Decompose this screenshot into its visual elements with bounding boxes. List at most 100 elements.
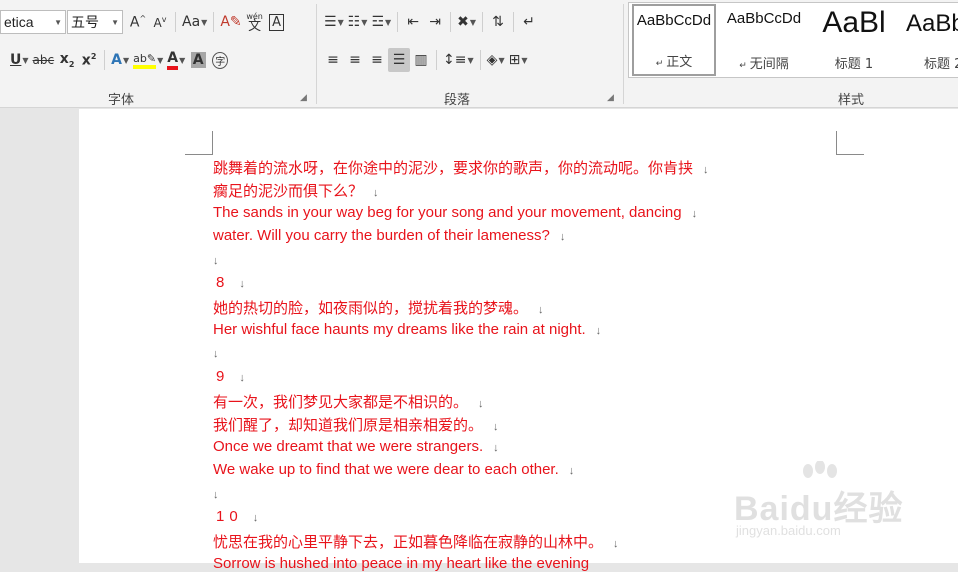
align-right-icon: ≡	[371, 52, 383, 68]
separator	[482, 12, 484, 32]
increase-indent-button[interactable]: ⇥	[424, 10, 446, 34]
change-case-button[interactable]: Aa ▼	[180, 10, 209, 34]
change-case-icon: Aa	[182, 14, 201, 30]
font-group-label: 字体	[108, 92, 135, 107]
bullets-button[interactable]: ☰ ▼	[322, 10, 346, 34]
underline-icon: U	[10, 52, 22, 68]
line-text: Her wishful face haunts my dreams like t…	[213, 320, 586, 338]
chevron-down-icon: ▼	[201, 17, 208, 27]
character-border-button[interactable]: A	[266, 10, 288, 34]
chevron-down-icon: ▼	[361, 17, 368, 27]
character-border-icon: A	[269, 13, 285, 31]
borders-icon: ⊞	[508, 52, 521, 68]
character-shading-button[interactable]: A	[187, 48, 209, 72]
line-text: 我们醒了，却知道我们原是相亲相爱的。	[213, 417, 484, 435]
style-name: ↵ 无间隔	[739, 57, 789, 72]
shrink-font-button[interactable]: Av	[149, 10, 171, 34]
numbered-list-icon: ☷	[347, 14, 361, 30]
phonetic-guide-button[interactable]: wén 文	[244, 10, 266, 34]
justify-icon: ☰	[392, 52, 406, 68]
bullet-list-icon: ☰	[324, 14, 337, 30]
paragraph-mark-icon: ↓	[239, 278, 245, 290]
distributed-icon: ▥	[414, 52, 428, 68]
style-normal[interactable]: AaBbCcDd ↵ 正文	[632, 4, 716, 76]
multilevel-list-button[interactable]: ☲ ▼	[369, 10, 393, 34]
borders-button[interactable]: ⊞ ▼	[507, 48, 530, 72]
shading-button[interactable]: ◈ ▼	[485, 48, 507, 72]
font-dialog-launcher-icon[interactable]: ◢	[300, 93, 307, 103]
line-spacing-button[interactable]: ↕≡ ▼	[441, 48, 476, 72]
superscript-button[interactable]: x2	[78, 48, 100, 72]
font-size-box[interactable]: 五号 ▼	[67, 10, 123, 34]
line-text: The sands in your way beg for your song …	[213, 203, 682, 221]
chevron-down-icon: ▼	[22, 55, 29, 65]
align-left-icon: ≡	[327, 52, 339, 68]
align-right-button[interactable]: ≡	[366, 48, 388, 72]
grow-font-button[interactable]: A^	[127, 10, 149, 34]
style-name: 标题 2	[924, 57, 958, 72]
document-line: Sorrow is hushed into peace in my heart …	[213, 555, 589, 572]
enclose-characters-button[interactable]: 字	[209, 48, 231, 72]
document-line: ↓	[213, 485, 219, 502]
sort-button[interactable]: ⇅	[487, 10, 509, 34]
style-name: ↵ 正文	[655, 55, 693, 70]
align-center-button[interactable]: ≡	[344, 48, 366, 72]
paragraph-mark-icon: ↓	[493, 441, 499, 454]
line-text: 她的热切的脸，如夜雨似的，搅扰着我的梦魂。	[213, 300, 529, 318]
chevron-down-icon: ▼	[337, 17, 344, 27]
paragraph-dialog-launcher-icon[interactable]: ◢	[607, 93, 614, 103]
text-effects-button[interactable]: A ▼	[109, 48, 131, 72]
document-line: ↓	[213, 344, 219, 361]
document-line: The sands in your way beg for your song …	[213, 204, 697, 221]
distributed-button[interactable]: ▥	[410, 48, 432, 72]
separator	[316, 4, 317, 104]
line-text: 瘸足的泥沙而俱下么？	[213, 183, 364, 201]
strikethrough-button[interactable]: abc	[31, 48, 57, 72]
chevron-down-icon: ▼	[469, 17, 477, 27]
paragraph-mark-icon: ↓	[213, 254, 219, 267]
style-heading-1[interactable]: AaBl 标题 1	[812, 4, 896, 76]
font-name-box[interactable]: etica ▼	[0, 10, 66, 34]
decrease-indent-button[interactable]: ⇤	[402, 10, 424, 34]
superscript-icon: x2	[81, 51, 97, 69]
paint-bucket-icon: ◈	[486, 52, 498, 68]
subscript-button[interactable]: x2	[56, 48, 78, 72]
document-line: 她的热切的脸，如夜雨似的，搅扰着我的梦魂。 ↓	[213, 297, 544, 318]
line-text: 10	[216, 508, 243, 525]
separator	[450, 12, 452, 32]
justify-button[interactable]: ☰	[388, 48, 410, 72]
font-size-value: 五号	[71, 14, 99, 30]
numbering-button[interactable]: ☷ ▼	[346, 10, 370, 34]
highlight-button[interactable]: ab✎ ▼	[131, 48, 165, 72]
asian-layout-button[interactable]: ✖ ▼	[455, 10, 478, 34]
paragraph-mark-icon: ↓	[252, 512, 259, 524]
clear-formatting-button[interactable]: A✎	[218, 10, 243, 34]
style-heading-2[interactable]: AaBb 标题 2	[902, 4, 958, 76]
style-no-spacing[interactable]: AaBbCcDd ↵ 无间隔	[722, 4, 806, 76]
character-shading-icon: A	[190, 52, 206, 68]
styles-group-label: 样式	[838, 92, 865, 107]
font-color-button[interactable]: A ▼	[165, 48, 187, 72]
paragraph-mark-icon: ↓	[538, 304, 544, 317]
document-line: 忧思在我的心里平静下去，正如暮色降临在寂静的山林中。 ↓	[213, 531, 619, 552]
document-line: 9 ↓	[213, 368, 245, 385]
document-line: 有一次，我们梦见大家都是不相识的。 ↓	[213, 391, 484, 412]
separator	[436, 50, 437, 70]
line-spacing-icon: ↕≡	[443, 52, 467, 68]
separator	[513, 12, 515, 32]
line-text: 忧思在我的心里平静下去，正如暮色降临在寂静的山林中。	[213, 534, 604, 552]
align-left-button[interactable]: ≡	[322, 48, 344, 72]
chevron-down-icon: ▼	[179, 55, 186, 65]
chevron-down-icon: ▼	[385, 17, 392, 27]
highlighter-icon: ab✎	[133, 52, 157, 69]
paragraph-mark-icon: ↓	[568, 465, 575, 478]
underline-button[interactable]: U ▼	[8, 48, 31, 72]
chevron-down-icon: ▼	[122, 55, 130, 65]
separator	[397, 12, 399, 32]
separator	[175, 12, 176, 32]
chevron-down-icon: ▼	[157, 55, 164, 65]
grow-font-icon: A^	[129, 13, 147, 31]
separator	[479, 50, 481, 70]
show-marks-button[interactable]: ↵	[518, 10, 540, 34]
paragraph-mark-icon: ↓	[595, 324, 602, 337]
